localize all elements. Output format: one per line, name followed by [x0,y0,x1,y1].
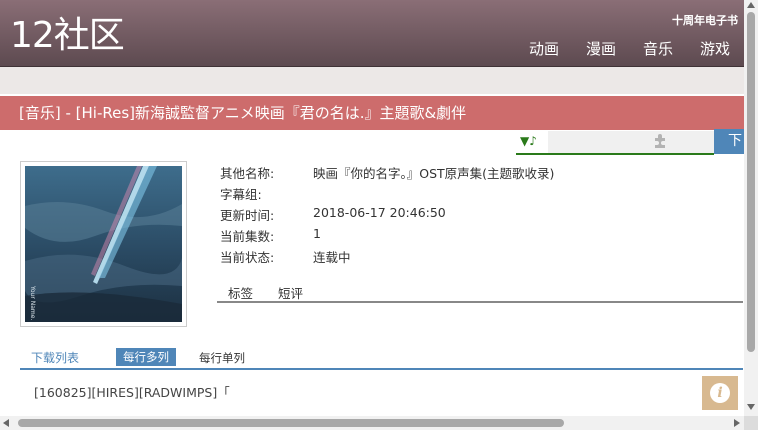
mode-multi-column-button[interactable]: 每行多列 [116,348,176,366]
info-row-alt-name: 其他名称: 映画『你的名字。』OST原声集(主题歌收录) [220,163,554,184]
info-value: 映画『你的名字。』OST原声集(主题歌收录) [313,166,555,181]
scroll-left-arrow-icon[interactable] [3,419,9,427]
nav-item-music[interactable]: 音乐 [643,38,673,59]
nav-item-game[interactable]: 游戏 [700,38,730,59]
info-badge[interactable]: i [702,376,738,410]
horizontal-scroll-thumb[interactable] [18,419,564,427]
download-list-title[interactable]: 下载列表 [31,349,79,366]
download-button[interactable]: 下 [714,129,744,154]
info-label: 其他名称: [220,166,275,181]
info-icon: i [710,383,730,403]
scroll-up-arrow-icon[interactable] [747,2,755,8]
music-player[interactable]: ▼♪ [516,131,724,155]
cover-side-text: Your Name. [29,285,36,320]
download-list-header: 下载列表 每行多列 每行单列 [20,348,743,370]
info-value: 2018-06-17 20:46:50 [313,205,446,220]
info-row-updated: 更新时间: 2018-06-17 20:46:50 [220,205,554,226]
info-value: 1 [313,226,321,241]
album-cover: Your Name. [20,161,187,327]
main-nav: 动画 漫画 音乐 游戏 [529,38,730,59]
vertical-scroll-thumb[interactable] [747,12,755,352]
horizontal-scrollbar[interactable] [0,416,744,430]
puzzle-icon [652,133,668,153]
tab-short-review[interactable]: 短评 [278,283,303,302]
info-row-subgroup: 字幕组: [220,184,554,205]
info-panel: 其他名称: 映画『你的名字。』OST原声集(主题歌收录) 字幕组: 更新时间: … [220,163,554,268]
player-plugin-slot [548,131,724,153]
info-row-status: 当前状态: 连载中 [220,247,554,268]
info-label: 当前状态: [220,250,275,265]
info-row-episodes: 当前集数: 1 [220,226,554,247]
info-label: 当前集数: [220,229,275,244]
tab-tags[interactable]: 标签 [228,283,253,302]
cover-art: Your Name. [25,166,182,322]
detail-tabs: 标签 短评 [217,281,743,303]
page-title: [音乐] - [Hi-Res]新海誠監督アニメ映画『君の名は.』主題歌&劇伴 [0,96,744,130]
sub-bar [0,67,744,94]
tagline-link[interactable]: 十周年电子书 [672,12,738,28]
download-item-link[interactable]: [160825][HIRES][RADWIMPS]「 [34,382,254,401]
info-value: 连载中 [313,250,351,265]
mode-single-column-button[interactable]: 每行单列 [199,350,245,366]
scroll-right-arrow-icon[interactable] [734,419,740,427]
vertical-scrollbar[interactable] [744,0,758,416]
scroll-down-arrow-icon[interactable] [747,404,755,410]
music-note-icon[interactable]: ▼♪ [520,134,537,148]
nav-item-comic[interactable]: 漫画 [586,38,616,59]
info-label: 字幕组: [220,187,262,202]
scrollbar-corner [744,416,758,430]
site-header: 12社区 十周年电子书 动画 漫画 音乐 游戏 [0,0,744,67]
nav-item-anime[interactable]: 动画 [529,38,559,59]
site-logo[interactable]: 12社区 [10,14,125,58]
info-label: 更新时间: [220,208,275,223]
